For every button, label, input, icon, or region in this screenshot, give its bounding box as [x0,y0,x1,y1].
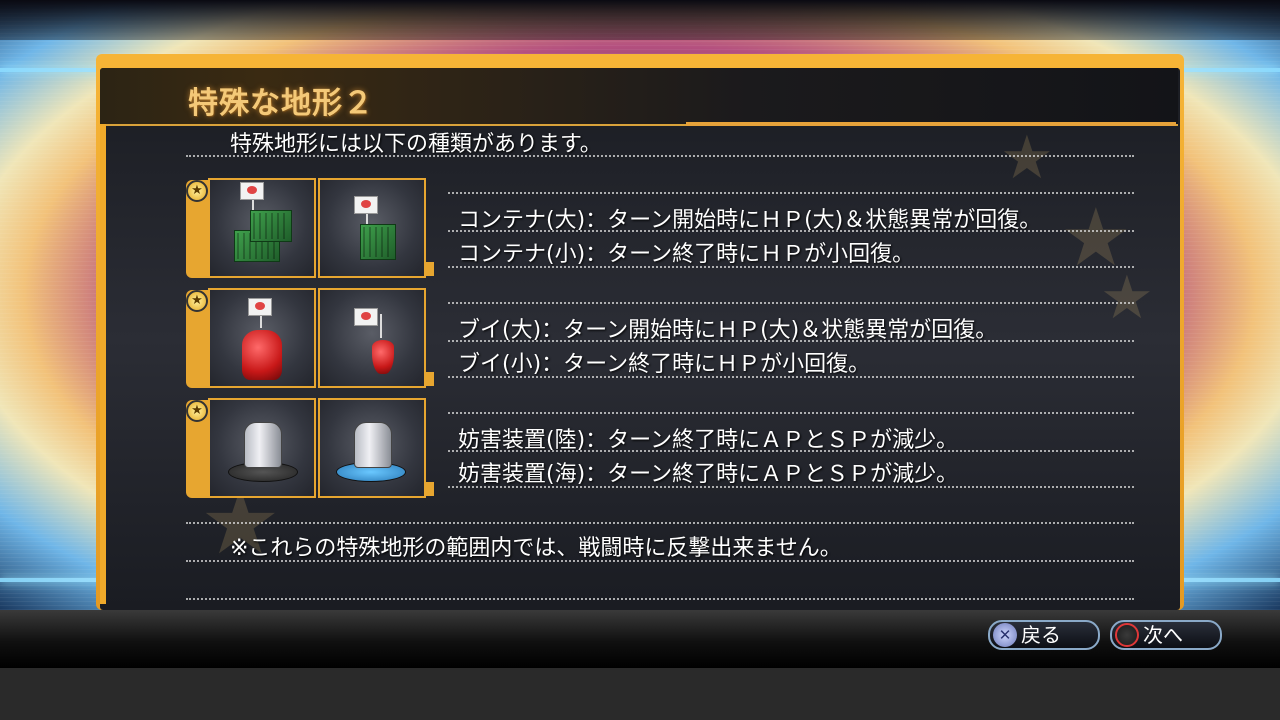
flag-icon [354,308,378,326]
terrain-description: コンテナ(小)：ターン終了時にＨＰが小回復。 [458,242,915,267]
next-button[interactable]: 次へ [1110,620,1222,650]
tile-corner [426,372,434,386]
flag-icon [248,298,272,316]
star-badge-icon: ★ [186,400,208,422]
divider [448,340,1134,342]
terrain-tile-jammer-sea [318,398,426,498]
terrain-tile-container-small [318,178,426,278]
divider [448,192,1134,194]
decorative-star-icon: ★ [1100,263,1154,333]
star-badge-icon: ★ [186,180,208,202]
container-small-icon [360,224,396,260]
divider [186,598,1134,600]
terrain-tile-container-large [208,178,316,278]
next-button-label: 次へ [1143,623,1183,647]
flag-icon [354,196,378,214]
terrain-tile-buoy-small [318,288,426,388]
divider [448,376,1134,378]
divider [448,486,1134,488]
divider [186,522,1134,524]
container-crate [250,210,292,242]
tile-corner [426,482,434,496]
flag-pole [380,314,382,338]
page-title: 特殊な地形２ [188,86,374,121]
back-button[interactable]: ✕ 戻る [988,620,1100,650]
decorative-star-icon: ★ [1000,123,1054,193]
terrain-tile-jammer-land [208,398,316,498]
flag-icon [240,182,264,200]
divider [186,560,1134,562]
divider [186,155,1134,157]
divider [448,412,1134,414]
intro-text: 特殊地形には以下の種類があります。 [230,132,602,157]
bottom-strip [0,668,1280,720]
divider [448,266,1134,268]
terrain-description: 妨害装置(海)：ターン終了時にＡＰとＳＰが減少。 [458,462,959,487]
divider [448,230,1134,232]
buoy-large-icon [242,330,282,380]
cross-button-icon: ✕ [993,623,1017,647]
title-accent-line [686,122,1176,126]
background-top-shade [0,0,1280,40]
terrain-description: ブイ(小)：ターン終了時にＨＰが小回復。 [458,352,871,377]
jammer-body [244,422,282,468]
buoy-small-icon [372,340,394,374]
circle-button-icon [1115,623,1139,647]
note-text: ※これらの特殊地形の範囲内では、戦闘時に反撃出来ません。 [230,536,842,561]
divider [448,302,1134,304]
tile-corner [426,262,434,276]
panel-left-rail [100,124,106,604]
terrain-tile-buoy-large [208,288,316,388]
divider [448,450,1134,452]
jammer-body [354,422,392,468]
star-badge-icon: ★ [186,290,208,312]
back-button-label: 戻る [1021,623,1061,647]
